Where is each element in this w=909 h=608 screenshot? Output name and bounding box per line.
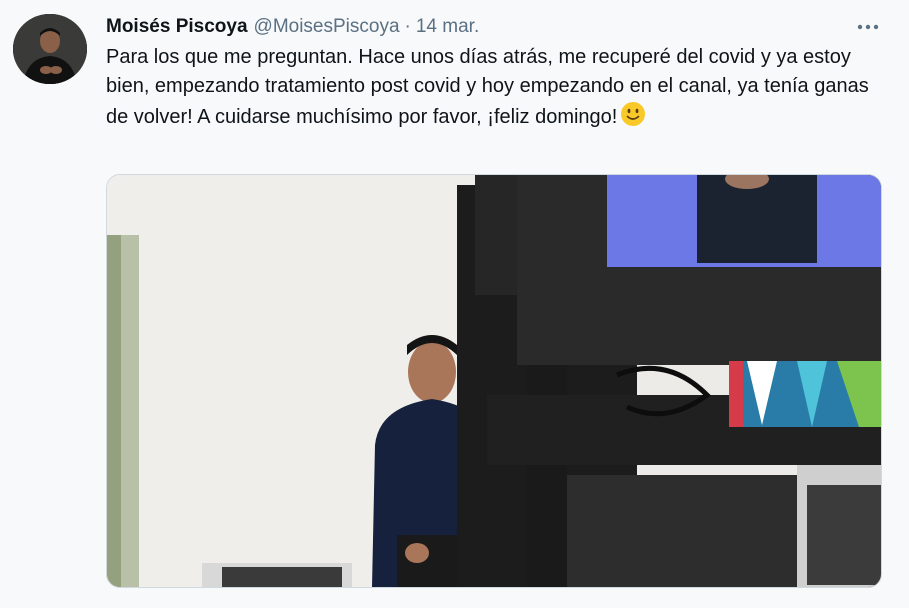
tweet-body: Para los que me preguntan. Hace unos día… [106, 43, 896, 136]
author-display-name[interactable]: Moisés Piscoya [106, 16, 248, 38]
tweet-date[interactable]: 14 mar. [416, 16, 479, 38]
tweet-header: Moisés Piscoya @MoisesPiscoya · 14 mar. [106, 16, 479, 40]
avatar-image [13, 14, 87, 84]
studio-photo-image [107, 175, 881, 587]
avatar[interactable] [13, 14, 87, 84]
more-horizontal-icon [857, 24, 879, 30]
tweet-photo[interactable] [106, 174, 882, 588]
tweet-card[interactable]: Moisés Piscoya @MoisesPiscoya · 14 mar. … [0, 0, 909, 608]
more-options-button[interactable] [852, 12, 884, 42]
smiling-face-emoji-icon [620, 101, 646, 136]
author-handle[interactable]: @MoisesPiscoya [254, 16, 400, 38]
tweet-text: Para los que me preguntan. Hace unos día… [106, 46, 869, 128]
header-separator: · [404, 16, 411, 37]
